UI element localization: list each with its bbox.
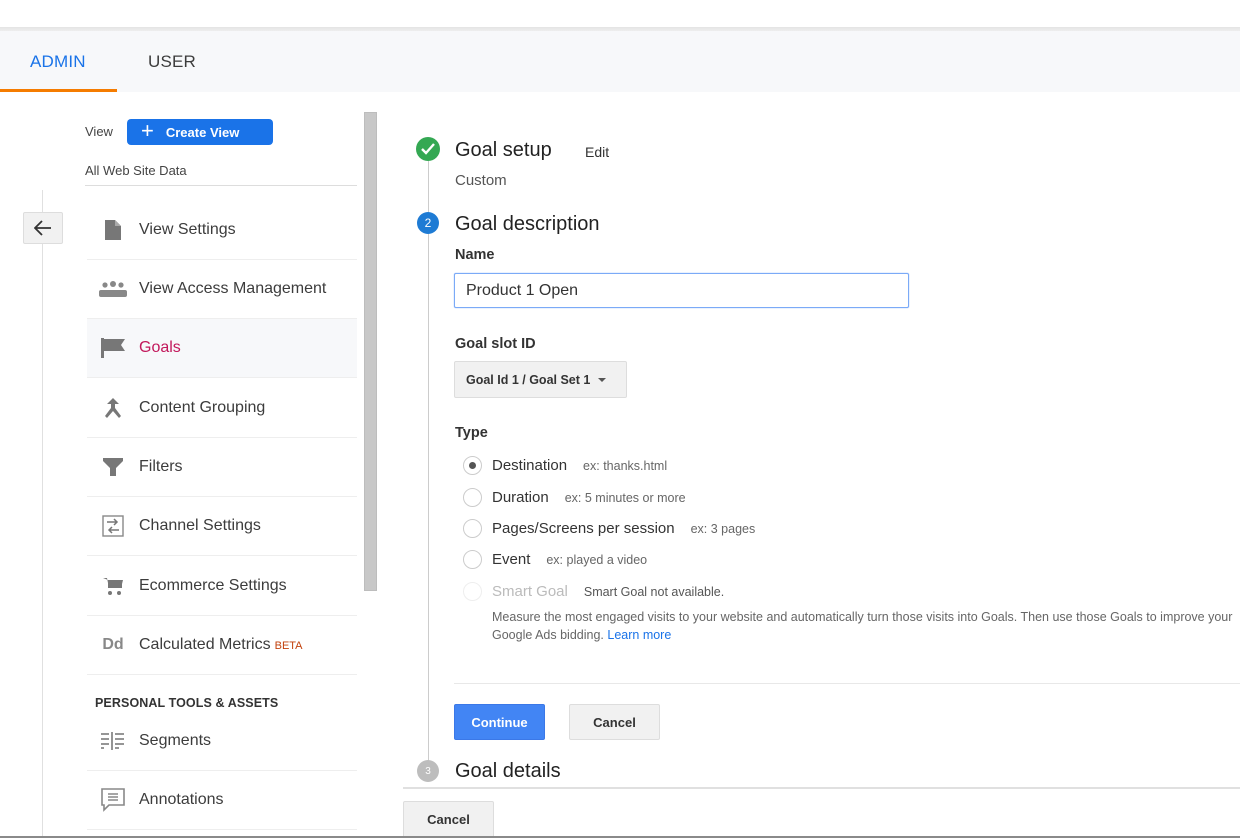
tab-bar: ADMIN USER — [0, 31, 1240, 92]
sidebar-item-label: Filters — [139, 458, 183, 475]
sidebar-item-filters[interactable]: Filters — [87, 438, 357, 497]
sidebar-item-label: View Settings — [139, 221, 236, 238]
tab-admin[interactable]: ADMIN — [30, 52, 86, 72]
sidebar-item-calculated-metrics[interactable]: Dd Calculated Metrics BETA — [87, 616, 357, 675]
view-divider — [85, 185, 357, 186]
sidebar-item-label: Annotations — [139, 791, 224, 808]
sidebar-item-label: View Access Management — [139, 280, 327, 297]
sidebar-item-view-access-management[interactable]: View Access Management — [87, 260, 357, 319]
step-goal-details-title: Goal details — [455, 760, 561, 782]
radio-example: ex: 5 minutes or more — [564, 490, 686, 505]
sidebar-item-label: Channel Settings — [139, 517, 261, 534]
radio-disabled-icon — [463, 582, 482, 601]
step-number-2: 2 — [417, 212, 439, 234]
smart-goal-description: Measure the most engaged visits to your … — [492, 608, 1237, 644]
cancel-step-button[interactable]: Cancel — [569, 704, 660, 740]
radio-label: Event — [492, 551, 531, 568]
radio-example: Smart Goal not available. — [583, 584, 725, 599]
sidebar-item-label: Calculated Metrics BETA — [139, 636, 303, 654]
step-complete-icon — [416, 137, 440, 161]
flag-icon — [87, 338, 139, 358]
goal-setup-value: Custom — [455, 172, 507, 189]
dd-icon: Dd — [102, 636, 124, 653]
footer-divider — [403, 787, 1240, 789]
radio-label: Pages/Screens per session — [492, 520, 675, 537]
sidebar-item-label: Goals — [139, 339, 181, 356]
continue-button[interactable]: Continue — [454, 704, 545, 740]
segments-icon — [87, 732, 139, 750]
type-destination-radio[interactable]: Destination ex: thanks.html — [463, 456, 667, 475]
sidebar-item-label: Content Grouping — [139, 399, 266, 416]
step-goal-setup-title: Goal setup — [455, 139, 552, 161]
personal-tools-heading: PERSONAL TOOLS & ASSETS — [95, 696, 279, 710]
beta-badge: BETA — [274, 640, 303, 652]
sidebar-item-content-grouping[interactable]: Content Grouping — [87, 379, 357, 438]
radio-example: ex: thanks.html — [583, 458, 668, 473]
type-duration-radio[interactable]: Duration ex: 5 minutes or more — [463, 488, 686, 507]
radio-label: Destination — [492, 457, 568, 474]
smart-goal-description-text: Measure the most engaged visits to your … — [492, 610, 1233, 642]
merge-icon — [87, 398, 139, 418]
tab-user[interactable]: USER — [148, 52, 196, 72]
sidebar-item-label: Ecommerce Settings — [139, 577, 287, 594]
goal-slot-label: Goal slot ID — [455, 336, 536, 352]
plus-icon: + — [141, 118, 154, 143]
radio-example: ex: 3 pages — [690, 521, 756, 536]
section-divider — [454, 683, 1240, 684]
view-label: View — [85, 124, 113, 139]
goal-name-input[interactable] — [454, 273, 909, 308]
stepper-line — [428, 160, 429, 770]
type-label: Type — [455, 425, 488, 441]
radio-label: Duration — [492, 489, 549, 506]
cancel-goal-button[interactable]: Cancel — [403, 801, 494, 838]
create-view-button[interactable]: + Create View — [127, 119, 273, 145]
checkmark-icon — [421, 143, 435, 155]
sidebar-item-label: Segments — [139, 732, 212, 749]
cart-icon — [87, 576, 139, 596]
type-event-radio[interactable]: Event ex: played a video — [463, 550, 647, 569]
sidebar-item-channel-settings[interactable]: Channel Settings — [87, 497, 357, 556]
radio-unchecked-icon[interactable] — [463, 519, 482, 538]
sidebar-item-view-settings[interactable]: View Settings — [87, 201, 357, 260]
top-strip — [0, 0, 1240, 27]
people-icon — [87, 281, 139, 297]
goal-slot-select[interactable]: Goal Id 1 / Goal Set 1 — [454, 361, 627, 398]
step-number-3: 3 — [417, 760, 439, 782]
sidebar-item-annotations[interactable]: Annotations — [87, 771, 357, 830]
back-button[interactable] — [23, 212, 63, 244]
active-tab-indicator — [0, 89, 117, 92]
learn-more-link[interactable]: Learn more — [607, 628, 671, 642]
step-goal-description-title: Goal description — [455, 213, 600, 235]
radio-unchecked-icon[interactable] — [463, 488, 482, 507]
radio-checked-icon[interactable] — [463, 456, 482, 475]
goal-slot-value: Goal Id 1 / Goal Set 1 — [466, 372, 591, 387]
name-label: Name — [455, 247, 495, 263]
sidebar-item-segments[interactable]: Segments — [87, 712, 357, 771]
radio-label: Smart Goal — [492, 583, 568, 600]
filter-icon — [87, 457, 139, 477]
create-view-label: Create View — [165, 124, 240, 140]
radio-example: ex: played a video — [546, 552, 648, 567]
edit-goal-setup-link[interactable]: Edit — [585, 144, 609, 160]
calculated-metrics-label: Calculated Metrics — [139, 636, 271, 653]
type-pages-radio[interactable]: Pages/Screens per session ex: 3 pages — [463, 519, 755, 538]
caret-down-icon — [598, 377, 607, 382]
arrow-left-icon — [34, 220, 51, 236]
document-icon — [87, 220, 139, 240]
sidebar-item-goals[interactable]: Goals — [87, 319, 357, 378]
annotation-icon — [87, 788, 139, 812]
channel-icon — [87, 515, 139, 537]
sidebar-item-ecommerce-settings[interactable]: Ecommerce Settings — [87, 557, 357, 616]
current-view-name[interactable]: All Web Site Data — [85, 163, 187, 178]
sidebar-scrollbar[interactable] — [364, 112, 377, 591]
nav-guide-line — [42, 190, 43, 838]
radio-unchecked-icon[interactable] — [463, 550, 482, 569]
type-smart-goal-radio: Smart Goal Smart Goal not available. — [463, 582, 724, 601]
